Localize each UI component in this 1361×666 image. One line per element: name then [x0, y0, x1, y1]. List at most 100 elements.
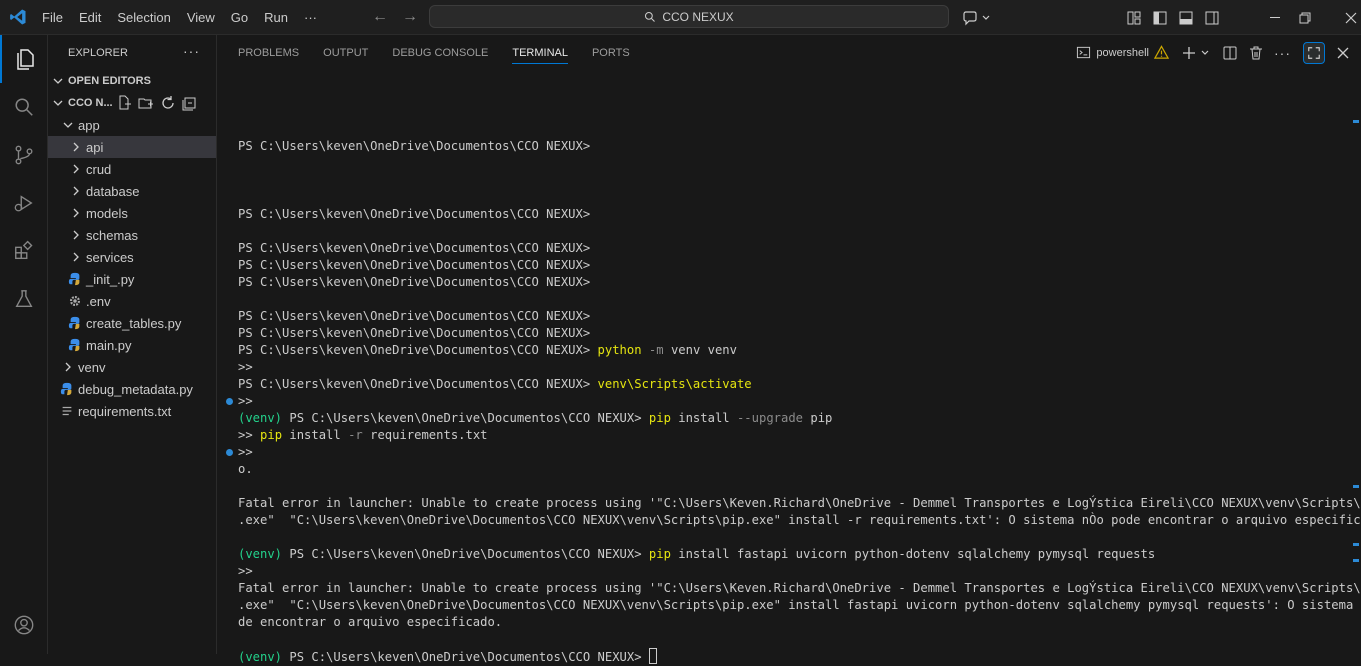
tree-item-crud[interactable]: crud: [48, 158, 216, 180]
menu-go[interactable]: Go: [223, 10, 256, 25]
scrollbar-marker: [1353, 559, 1359, 562]
terminal-text: PS C:\Users\keven\OneDrive\Documentos\CC…: [282, 547, 649, 561]
tree-item-requirements-txt[interactable]: requirements.txt: [48, 400, 216, 422]
tree-item-schemas[interactable]: schemas: [48, 224, 216, 246]
tree-item-main-py[interactable]: main.py: [48, 334, 216, 356]
terminal-output[interactable]: PS C:\Users\keven\OneDrive\Documentos\CC…: [226, 87, 1361, 665]
python-file-icon: [68, 338, 80, 352]
terminal-line: .exe" "C:\Users\keven\OneDrive\Documento…: [238, 597, 1361, 614]
new-folder-icon[interactable]: [138, 95, 154, 111]
tab-output[interactable]: OUTPUT: [311, 35, 380, 70]
close-panel-icon[interactable]: [1337, 47, 1349, 59]
accounts-activity[interactable]: [0, 601, 48, 649]
panel-tabs: PROBLEMS OUTPUT DEBUG CONSOLE TERMINAL P…: [218, 35, 642, 70]
terminal-line: PS C:\Users\keven\OneDrive\Documentos\CC…: [238, 342, 1353, 359]
tree-item-models[interactable]: models: [48, 202, 216, 224]
menu-bar: File Edit Selection View Go Run ···: [34, 0, 325, 35]
menu-edit[interactable]: Edit: [71, 10, 109, 25]
shell-name: powershell: [1096, 46, 1149, 59]
terminal-line: (venv) PS C:\Users\keven\OneDrive\Docume…: [238, 648, 1353, 665]
terminal-text: Fatal error in launcher: Unable to creat…: [238, 496, 1361, 510]
warning-icon: [1154, 45, 1169, 59]
terminal-text: >>: [238, 428, 261, 442]
tree-item-app[interactable]: app: [48, 114, 216, 136]
chevron-down-icon: [982, 15, 990, 20]
menu-run[interactable]: Run: [256, 10, 296, 25]
explorer-activity[interactable]: [0, 35, 48, 83]
more-actions-icon[interactable]: ···: [1274, 45, 1291, 61]
tab-problems[interactable]: PROBLEMS: [218, 35, 311, 70]
terminal-text: PS C:\Users\keven\OneDrive\Documentos\CC…: [238, 377, 598, 391]
terminal-text: >>: [238, 445, 253, 459]
tree-item-debug-metadata-py[interactable]: debug_metadata.py: [48, 378, 216, 400]
command-decoration-dot[interactable]: [226, 449, 233, 456]
terminal-shell-selector[interactable]: powershell: [1076, 45, 1169, 60]
terminal-line: de encontrar o arquivo especificado.: [238, 614, 1353, 631]
explorer-actions: [116, 95, 198, 111]
back-arrow-icon[interactable]: ←: [372, 8, 388, 26]
chevron-down-icon[interactable]: [1200, 48, 1210, 58]
menu-file[interactable]: File: [34, 10, 71, 25]
panel-actions: powershell ···: [1076, 35, 1361, 70]
command-decoration-dot[interactable]: [226, 398, 233, 405]
trash-icon[interactable]: [1248, 45, 1264, 61]
terminal-text: PS C:\Users\keven\OneDrive\Documentos\CC…: [238, 309, 591, 323]
terminal-text: requirements.txt: [362, 428, 488, 442]
extensions-activity[interactable]: [0, 227, 48, 275]
terminal-text: python: [597, 343, 642, 357]
split-terminal-icon[interactable]: [1222, 45, 1238, 61]
search-icon: [645, 11, 656, 22]
terminal-text: de encontrar o arquivo especificado.: [238, 615, 503, 629]
menu-more[interactable]: ···: [296, 10, 325, 25]
copilot-button[interactable]: [962, 0, 991, 35]
add-terminal-icon[interactable]: [1181, 45, 1197, 61]
command-center-search[interactable]: CCO NEXUX: [429, 5, 949, 28]
new-file-icon[interactable]: [116, 95, 132, 111]
restore-icon[interactable]: [1299, 12, 1311, 24]
toggle-primary-sidebar-icon[interactable]: [1152, 10, 1168, 26]
terminal-text: --upgrade: [736, 411, 804, 425]
close-window-icon[interactable]: [1345, 12, 1357, 24]
menu-view[interactable]: View: [179, 10, 223, 25]
tab-label: DEBUG CONSOLE: [392, 46, 489, 59]
terminal-text: >>: [238, 360, 253, 374]
tree-item-api[interactable]: api: [48, 136, 216, 158]
tree-item-database[interactable]: database: [48, 180, 216, 202]
explorer-title: EXPLORER: [68, 46, 128, 59]
tree-item-services[interactable]: services: [48, 246, 216, 268]
project-section[interactable]: CCO N...: [48, 92, 216, 114]
maximize-panel-button[interactable]: [1303, 41, 1325, 64]
vscode-logo-icon[interactable]: [9, 8, 27, 26]
toggle-panel-icon[interactable]: [1178, 10, 1194, 26]
customize-layout-icon[interactable]: [1126, 10, 1142, 26]
tree-item-venv[interactable]: venv: [48, 356, 216, 378]
menu-selection[interactable]: Selection: [109, 10, 178, 25]
open-editors-label: OPEN EDITORS: [68, 75, 151, 87]
terminal-text: PS C:\Users\keven\OneDrive\Documentos\CC…: [282, 411, 649, 425]
tree-item-init-py[interactable]: _init_.py: [48, 268, 216, 290]
python-file-icon: [68, 316, 80, 330]
open-editors-section[interactable]: OPEN EDITORS: [48, 70, 216, 92]
explorer-more-button[interactable]: ···: [183, 43, 200, 59]
tab-debug-console[interactable]: DEBUG CONSOLE: [380, 35, 500, 70]
tab-ports[interactable]: PORTS: [580, 35, 642, 70]
source-control-activity[interactable]: [0, 131, 48, 179]
collapse-all-icon[interactable]: [182, 95, 198, 111]
terminal-cursor: [648, 648, 657, 664]
run-debug-activity[interactable]: [0, 179, 48, 227]
terminal-text: install: [670, 411, 737, 425]
search-activity[interactable]: [0, 83, 48, 131]
forward-arrow-icon[interactable]: →: [402, 8, 418, 26]
tree-label: requirements.txt: [78, 403, 172, 419]
tree-item-create-tables-py[interactable]: create_tables.py: [48, 312, 216, 334]
terminal-text: PS C:\Users\keven\OneDrive\Documentos\CC…: [238, 139, 591, 153]
toggle-secondary-sidebar-icon[interactable]: [1204, 10, 1220, 26]
testing-activity[interactable]: [0, 275, 48, 323]
refresh-icon[interactable]: [160, 95, 176, 111]
tree-item-env[interactable]: .env: [48, 290, 216, 312]
terminal-text: o.: [238, 462, 253, 476]
window-controls: [1270, 0, 1357, 35]
tab-terminal[interactable]: TERMINAL: [500, 35, 580, 70]
minimize-icon[interactable]: [1270, 17, 1280, 18]
